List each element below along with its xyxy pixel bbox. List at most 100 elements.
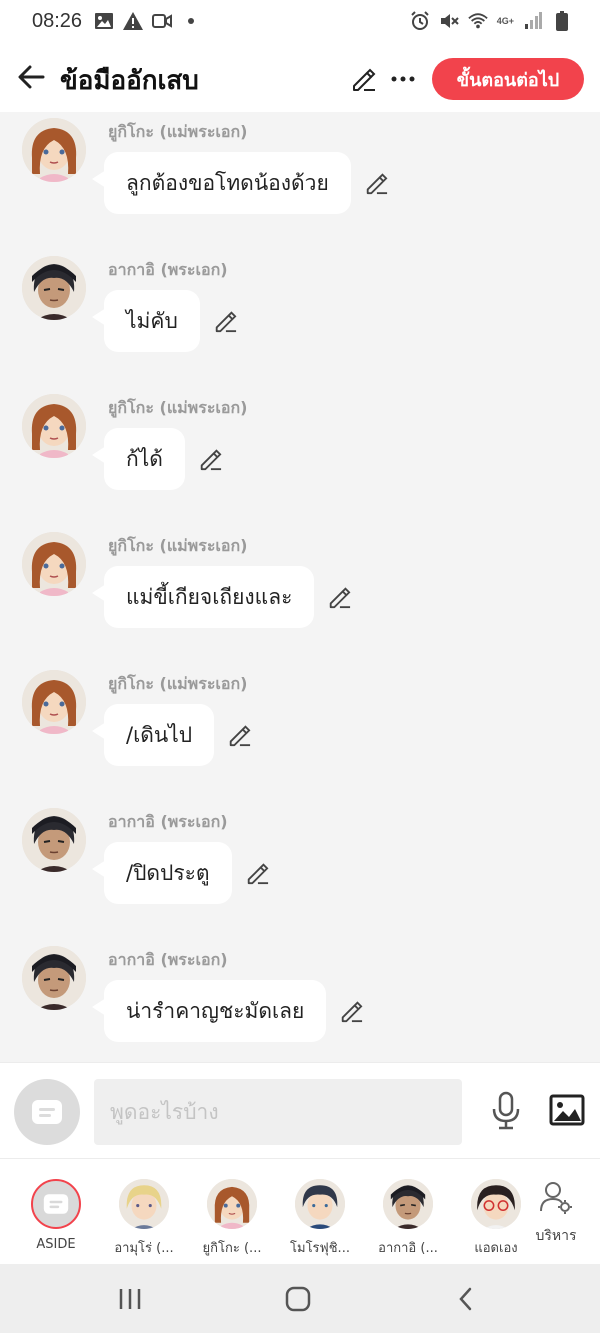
message-bubble[interactable]: ลูกต้องขอโทดน้องด้วย bbox=[104, 152, 351, 214]
home-button[interactable] bbox=[278, 1282, 318, 1316]
message-sender: ยูกิโกะ (แม่พระเอก) bbox=[108, 398, 248, 417]
character-name: ASIDE bbox=[36, 1237, 76, 1252]
avatar bbox=[207, 1179, 257, 1229]
message-sender: ยูกิโกะ (แม่พระเอก) bbox=[108, 536, 248, 555]
message-item: อากาอิ (พระเอก) /ปิดประตู bbox=[0, 808, 600, 938]
back-arrow-icon bbox=[18, 65, 45, 89]
network-type: 4G+ bbox=[496, 15, 514, 26]
avatar bbox=[383, 1179, 433, 1229]
pencil-icon bbox=[329, 587, 351, 609]
page-title: ข้อมืออักเสบ bbox=[60, 66, 199, 96]
avatar[interactable] bbox=[22, 394, 86, 458]
user-settings-icon bbox=[540, 1182, 572, 1214]
edit-message-button[interactable] bbox=[226, 722, 252, 748]
character-name: อามุโร่ (... bbox=[114, 1241, 174, 1256]
edit-message-button[interactable] bbox=[197, 446, 223, 472]
message-item: ยูกิโกะ (แม่พระเอก) ก้ได้ bbox=[0, 394, 600, 524]
message-bubble[interactable]: น่ารำคาญชะมัดเลย bbox=[104, 980, 327, 1042]
avatar[interactable] bbox=[22, 808, 86, 872]
home-icon bbox=[285, 1286, 311, 1312]
message-bubble[interactable]: ไม่คับ bbox=[104, 290, 200, 352]
message-sender: อากาอิ (พระเอก) bbox=[108, 812, 228, 831]
avatar[interactable] bbox=[22, 532, 86, 596]
avatar bbox=[471, 1179, 521, 1229]
message-sender: อากาอิ (พระเอก) bbox=[108, 260, 228, 279]
recent-apps-button[interactable] bbox=[110, 1282, 150, 1316]
mute-icon bbox=[439, 11, 459, 31]
character-akai[interactable]: อากาอิ (... bbox=[366, 1177, 450, 1257]
avatar[interactable] bbox=[22, 256, 86, 320]
alarm-icon bbox=[410, 11, 430, 31]
avatar[interactable] bbox=[22, 946, 86, 1010]
message-item: อากาอิ (พระเอก) น่ารำคาญชะมัดเลย bbox=[0, 946, 600, 1062]
edit-message-button[interactable] bbox=[338, 998, 364, 1024]
aside-icon bbox=[32, 1100, 62, 1124]
pencil-icon bbox=[341, 1001, 363, 1023]
message-bubble[interactable]: ก้ได้ bbox=[104, 428, 185, 490]
edit-title-button[interactable] bbox=[348, 64, 378, 94]
message-item: ยูกิโกะ (แม่พระเอก) แม่ขี้เกียจเถียงและ bbox=[0, 532, 600, 662]
character-name: อากาอิ (... bbox=[378, 1241, 438, 1256]
message-bubble[interactable]: /เดินไป bbox=[104, 704, 215, 766]
pencil-icon bbox=[215, 311, 237, 333]
message-bubble[interactable]: แม่ขี้เกียจเถียงและ bbox=[104, 566, 315, 628]
avatar bbox=[31, 1179, 81, 1229]
pencil-icon bbox=[366, 173, 388, 195]
character-name: โมโรฟุชิ... bbox=[290, 1241, 350, 1256]
system-navigation-bar bbox=[0, 1264, 600, 1333]
edit-message-button[interactable] bbox=[244, 860, 270, 886]
more-options-button[interactable] bbox=[388, 64, 418, 94]
microphone-icon bbox=[492, 1091, 520, 1130]
nav-back-button[interactable] bbox=[446, 1282, 486, 1316]
pencil-icon bbox=[353, 68, 376, 91]
status-time: 08:26 bbox=[32, 10, 83, 32]
message-item: อากาอิ (พระเอก) ไม่คับ bbox=[0, 256, 600, 386]
message-item: ยูกิโกะ (แม่พระเอก) /เดินไป bbox=[0, 670, 600, 800]
signal-icon bbox=[523, 11, 543, 31]
nav-back-icon bbox=[459, 1287, 472, 1311]
character-name: ยูกิโกะ (... bbox=[202, 1241, 262, 1256]
next-step-button[interactable]: ขั้นตอนต่อไป bbox=[432, 58, 584, 100]
message-input[interactable] bbox=[94, 1079, 462, 1145]
back-button[interactable] bbox=[14, 60, 48, 94]
edit-message-button[interactable] bbox=[326, 584, 352, 610]
warning-icon bbox=[123, 11, 143, 31]
character-selector: แอดเอง อากาอิ (... โมโรฟุชิ... ยูกิโกะ (...… bbox=[0, 1158, 600, 1265]
edit-message-button[interactable] bbox=[363, 170, 389, 196]
avatar[interactable] bbox=[22, 670, 86, 734]
character-aside[interactable]: ASIDE bbox=[14, 1177, 98, 1257]
status-right-icons: 4G+ bbox=[410, 11, 572, 31]
avatar bbox=[119, 1179, 169, 1229]
character-amuro[interactable]: อามุโร่ (... bbox=[102, 1177, 186, 1257]
message-sender: ยูกิโกะ (แม่พระเอก) bbox=[108, 122, 248, 141]
aside-icon bbox=[43, 1194, 69, 1214]
edit-message-button[interactable] bbox=[212, 308, 238, 334]
image-icon bbox=[549, 1094, 585, 1126]
avatar bbox=[295, 1179, 345, 1229]
pencil-icon bbox=[247, 863, 269, 885]
message-bubble[interactable]: /ปิดประตู bbox=[104, 842, 232, 904]
wifi-icon bbox=[468, 11, 488, 31]
manage-label: บริหาร bbox=[535, 1228, 577, 1244]
dot-icon bbox=[181, 11, 201, 31]
image-icon bbox=[94, 11, 114, 31]
aside-toggle-button[interactable] bbox=[14, 1079, 80, 1145]
more-horizontal-icon bbox=[391, 76, 415, 82]
status-left-icons bbox=[94, 11, 201, 31]
character-yukiko[interactable]: ยูกิโกะ (... bbox=[190, 1177, 274, 1257]
message-sender: อากาอิ (พระเอก) bbox=[108, 950, 228, 969]
pencil-icon bbox=[200, 449, 222, 471]
composer bbox=[0, 1062, 600, 1159]
image-upload-button[interactable] bbox=[548, 1091, 586, 1129]
microphone-button[interactable] bbox=[488, 1089, 524, 1133]
message-item: ยูกิโกะ (แม่พระเอก) ลูกต้องขอโทดน้องด้วย bbox=[0, 118, 600, 248]
character-morofushi[interactable]: โมโรฟุชิ... bbox=[278, 1177, 362, 1257]
battery-icon bbox=[552, 11, 572, 31]
avatar[interactable] bbox=[22, 118, 86, 182]
pencil-icon bbox=[229, 725, 251, 747]
manage-button[interactable]: บริหาร bbox=[524, 1179, 588, 1255]
status-bar: 08:26 4G+ bbox=[0, 0, 600, 44]
message-list: ยูกิโกะ (แม่พระเอก) ลูกต้องขอโทดน้องด้วยอ… bbox=[0, 112, 600, 1062]
message-sender: ยูกิโกะ (แม่พระเอก) bbox=[108, 674, 248, 693]
header: ข้อมืออักเสบ ขั้นตอนต่อไป bbox=[0, 44, 600, 112]
